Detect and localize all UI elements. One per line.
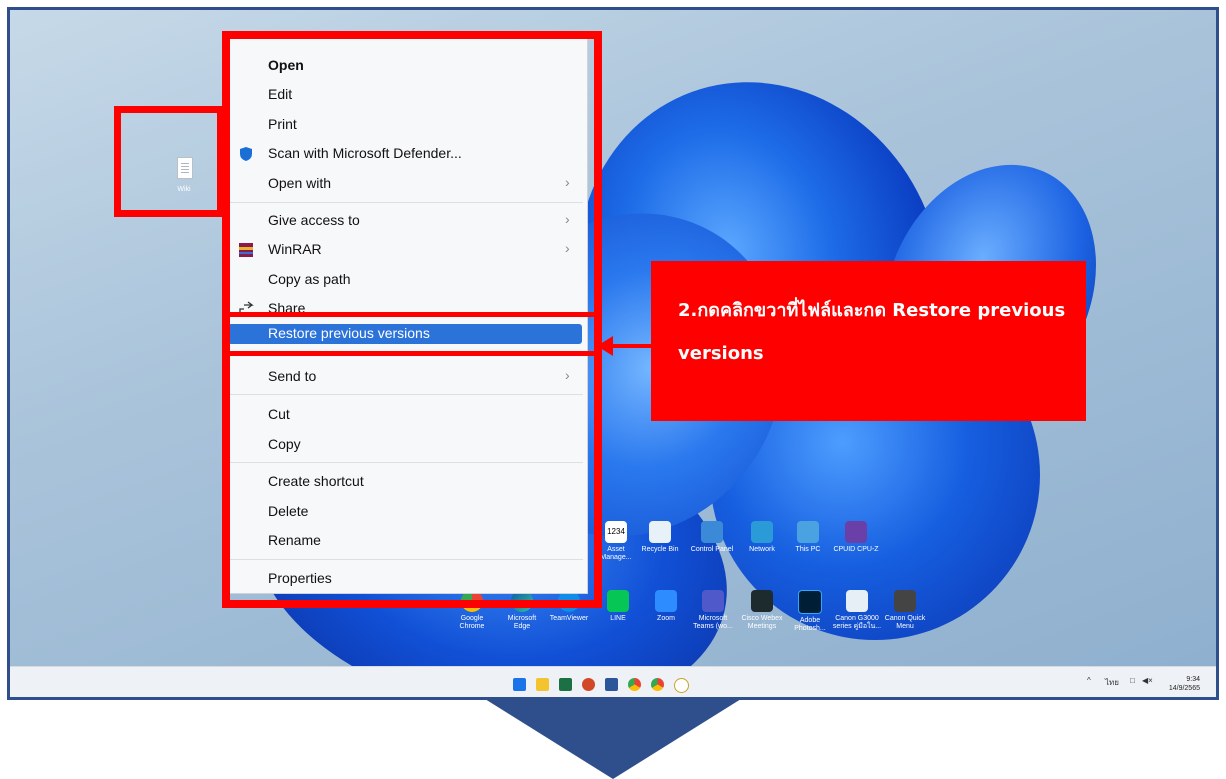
desktop-icon-label: This PC [795, 546, 821, 553]
desktop-icon-label: Zoom [657, 615, 675, 622]
desktop-icon-canon-manual[interactable]: Canon G3000 series คู่มือใน... [832, 590, 882, 631]
annotation-arrow-line [612, 344, 652, 348]
desktop-icon-zoom[interactable]: Zoom [646, 590, 686, 623]
clock-date: 14/9/2565 [1168, 685, 1200, 692]
desktop-icon-label: Control Panel [690, 546, 734, 553]
desktop-icon-label: Network [749, 546, 775, 553]
desktop-icon-label: Microsoft Edge [507, 615, 537, 630]
desktop-icon-asset-manager[interactable]: 1234 Asset Manage... [596, 521, 636, 562]
file-annotation-box [114, 106, 224, 217]
clock-time: 9:34 [1186, 676, 1200, 683]
instruction-callout: 2.กดคลิกขวาที่ไฟล์และกด Restore previous… [651, 261, 1086, 421]
start-icon[interactable] [513, 678, 526, 691]
desktop-icon-teams[interactable]: Microsoft Teams (wo... [690, 590, 736, 631]
taskbar: ^ ไทย □ ◀× 9:34 14/9/2565 [10, 666, 1216, 697]
desktop-icon-photoshop[interactable]: Adobe Photosh... [788, 590, 832, 633]
language-indicator[interactable]: ไทย [1105, 676, 1119, 689]
desktop-icon-label: LINE [610, 615, 626, 622]
chrome-profile-icon[interactable] [651, 678, 664, 691]
desktop-icon-label: Cisco Webex Meetings [741, 615, 783, 630]
desktop-icon-label: Adobe Photosh... [794, 617, 826, 632]
word-icon[interactable] [605, 678, 618, 691]
callout-text: 2.กดคลิกขวาที่ไฟล์และกด Restore previous… [678, 300, 1066, 364]
line-icon [607, 590, 629, 612]
restore-annotation-box [222, 312, 602, 356]
desktop-icon-canon-quick-menu[interactable]: Canon Quick Menu [882, 590, 928, 631]
monitor-icon [797, 521, 819, 543]
taskbar-clock[interactable]: 9:34 14/9/2565 [1169, 675, 1200, 693]
desktop-icon-recycle-bin[interactable]: Recycle Bin [638, 521, 682, 554]
file-explorer-icon[interactable] [536, 678, 549, 691]
desktop-icon-cpuz[interactable]: CPUID CPU-Z [830, 521, 882, 554]
network-icon [751, 521, 773, 543]
arrow-down-icon [485, 699, 741, 779]
desktop-icon-label: Canon G3000 series คู่มือใน... [832, 615, 882, 630]
teams-icon [702, 590, 724, 612]
chevron-up-icon[interactable]: ^ [1087, 676, 1091, 685]
clock-app-icon[interactable] [674, 678, 689, 693]
desktop-icon-label: Microsoft Teams (wo... [693, 615, 733, 630]
desktop-icon-label: TeamViewer [549, 615, 589, 622]
volume-icon[interactable]: ◀× [1142, 676, 1153, 685]
desktop-icon-label: Google Chrome [459, 615, 485, 630]
desktop-icon-control-panel[interactable]: Control Panel [686, 521, 738, 554]
chrome-icon[interactable] [628, 678, 641, 691]
photoshop-icon [798, 590, 822, 614]
desktop-icon-line[interactable]: LINE [600, 590, 636, 623]
powerpoint-icon[interactable] [582, 678, 595, 691]
document-icon [846, 590, 868, 612]
cpu-icon [845, 521, 867, 543]
webex-icon [751, 590, 773, 612]
recycle-bin-icon [649, 521, 671, 543]
desktop-icon-label: Asset Manage... [600, 546, 632, 561]
barcode-icon: 1234 [605, 521, 627, 543]
control-panel-icon [701, 521, 723, 543]
desktop-icon-network[interactable]: Network [742, 521, 782, 554]
desktop-icon-this-pc[interactable]: This PC [790, 521, 826, 554]
desktop-icon-label: Recycle Bin [641, 546, 679, 553]
arrow-left-icon [597, 336, 613, 356]
desktop-icon-label: CPUID CPU-Z [833, 546, 879, 553]
excel-icon[interactable] [559, 678, 572, 691]
zoom-icon [655, 590, 677, 612]
canon-icon [894, 590, 916, 612]
desktop-icon-label: Canon Quick Menu [884, 615, 926, 630]
network-status-icon[interactable]: □ [1130, 676, 1135, 685]
desktop-icon-webex[interactable]: Cisco Webex Meetings [740, 590, 784, 631]
